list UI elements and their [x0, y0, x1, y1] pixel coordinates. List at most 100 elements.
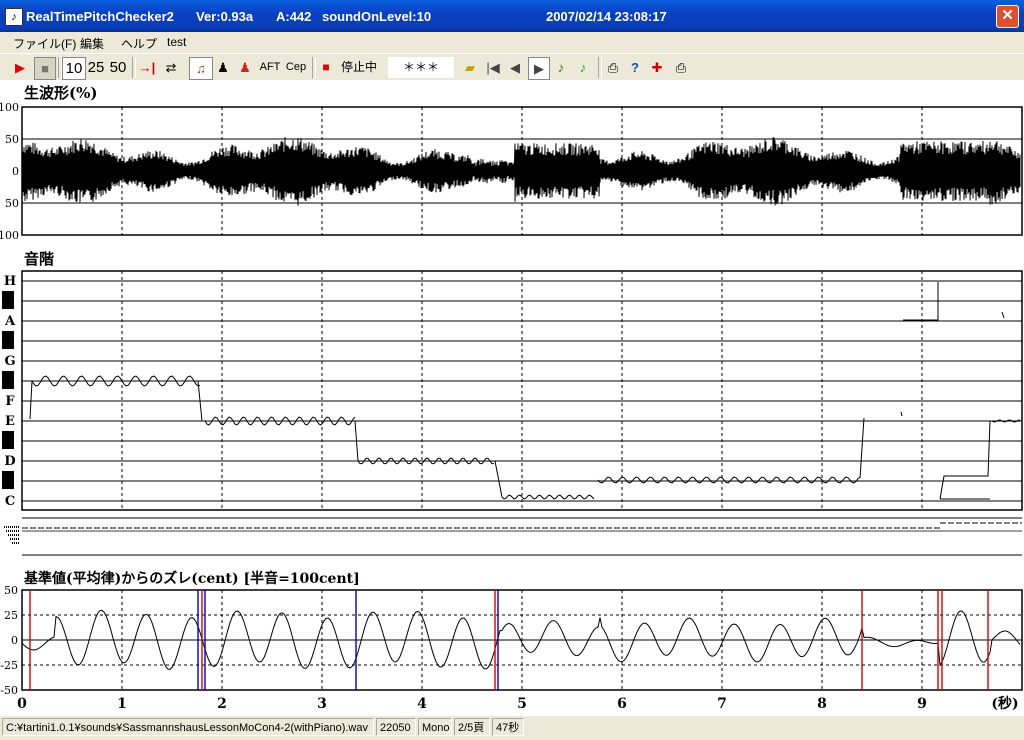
cent-title: 基準値(平均律)からのズレ(cent) [半音=100cent]	[24, 570, 360, 587]
wave-tick: 50	[5, 133, 19, 146]
printer-button[interactable]: ⎙	[672, 57, 690, 78]
open-folder-button[interactable]: ▰	[460, 57, 480, 78]
waveform-title: 生波形(%)	[24, 84, 97, 102]
separator	[132, 57, 136, 78]
time-tick: 7	[717, 696, 727, 712]
datetime-label: 2007/02/14 23:08:17	[546, 9, 667, 24]
scale-title: 音階	[24, 250, 54, 268]
time-tick: 2	[217, 696, 227, 712]
status-bar: C:¥tartini1.0.1¥sounds¥SassmannshausLess…	[0, 716, 1024, 740]
time-tick: 5	[517, 696, 527, 712]
violin-button[interactable]: ♫	[189, 57, 213, 80]
time-unit: (秒)	[991, 695, 1018, 712]
app-icon[interactable]: ♪	[5, 8, 23, 26]
wave-tick: 100	[0, 101, 19, 114]
menu-bar: ファイル(F) 編集 ヘルプ test	[0, 32, 1024, 52]
aft-button[interactable]: AFT	[258, 57, 282, 78]
status-sample-rate: 22050	[376, 718, 416, 736]
black-key	[2, 471, 14, 489]
note-green-icon: ♪	[579, 60, 587, 75]
note-label: E	[5, 414, 15, 429]
plots-area: 生波形(%) 100 50 0 50 100 音階 H A G F E D C …	[0, 80, 1024, 716]
range-50-button[interactable]: 50	[108, 57, 128, 78]
time-tick: 0	[17, 696, 27, 712]
a-reference-label: A:442	[276, 9, 312, 24]
note-button[interactable]: ♪	[552, 57, 570, 78]
waveform-axis: 100 50 0 50 100	[0, 101, 19, 242]
menu-test[interactable]: test	[167, 35, 186, 49]
range-10-button[interactable]: 10	[62, 57, 86, 80]
version-label: Ver:0.93a	[196, 9, 254, 24]
status-file-path: C:¥tartini1.0.1¥sounds¥SassmannshausLess…	[2, 718, 374, 736]
print-icon: ⎙	[607, 60, 619, 75]
play-button[interactable]: ▶	[10, 57, 30, 78]
first-button[interactable]: |◀	[484, 57, 502, 78]
range-25-button[interactable]: 25	[86, 57, 106, 78]
cent-tick: -25	[0, 659, 18, 672]
record-button[interactable]: ■	[318, 57, 334, 78]
app-name: RealTimePitchChecker2	[26, 9, 174, 24]
skip-to-end-icon: →|	[138, 60, 156, 75]
stop-button[interactable]: ■	[34, 57, 56, 80]
black-key	[2, 371, 14, 389]
sound-on-level-label: soundOnLevel:10	[322, 9, 432, 24]
person-icon: ♟	[217, 60, 229, 75]
skip-to-end-button[interactable]: →|	[137, 57, 157, 78]
wave-tick: 50	[5, 197, 19, 210]
help-icon: ?	[631, 60, 639, 75]
time-tick: 6	[617, 696, 627, 712]
crosshair-icon: ✚	[651, 60, 663, 75]
wave-tick: 100	[0, 229, 19, 242]
cent-tick: 50	[4, 584, 18, 597]
printer-icon: ⎙	[675, 60, 687, 75]
time-axis: 0 1 2 3 4 5 6 7 8 9 (秒)	[17, 695, 1019, 712]
person-red-icon: ♟	[239, 60, 251, 75]
loop-button[interactable]: ⇄	[161, 57, 181, 78]
note-green-button[interactable]: ♪	[574, 57, 592, 78]
close-button[interactable]: ✕	[996, 5, 1019, 28]
first-icon: |◀	[486, 60, 500, 75]
wave-tick: 0	[12, 165, 19, 178]
state-label: 停止中	[340, 60, 377, 74]
play-icon: ▶	[15, 60, 25, 75]
scale-frame	[21, 270, 1023, 511]
toolbar: ▶ ■ 10 25 50 →| ⇄ ♫ ♟ ♟ AFT Cep ■ 停止中 ＊＊…	[0, 53, 1024, 82]
cent-tick: 25	[4, 609, 18, 622]
cent-tick: 0	[11, 634, 18, 647]
title-bar: ♪ RealTimePitchChecker2 Ver:0.93a A:442 …	[0, 0, 1024, 32]
separator	[312, 57, 316, 78]
violin-icon: ♫	[196, 61, 206, 76]
help-button[interactable]: ?	[626, 57, 644, 78]
note-label: C	[5, 494, 15, 509]
note-display: ＊＊＊	[388, 57, 454, 78]
menu-edit[interactable]: 編集	[80, 35, 104, 52]
note-label: H	[4, 274, 16, 289]
prev-button[interactable]: ◀	[506, 57, 524, 78]
crosshair-button[interactable]: ✚	[648, 57, 666, 78]
black-key	[2, 431, 14, 449]
status-page: 2/5頁	[454, 718, 490, 736]
time-tick: 8	[817, 696, 827, 712]
time-tick: 4	[417, 696, 427, 712]
person-button[interactable]: ♟	[214, 57, 232, 78]
menu-file[interactable]: ファイル(F)	[13, 35, 76, 52]
time-tick: 1	[117, 696, 127, 712]
note-label: G	[4, 354, 15, 369]
print-button[interactable]: ⎙	[604, 57, 622, 78]
black-key	[2, 331, 14, 349]
next-button[interactable]: ▶	[528, 57, 550, 80]
person-red-button[interactable]: ♟	[236, 57, 254, 78]
plots-svg: 生波形(%) 100 50 0 50 100 音階 H A G F E D C …	[0, 84, 1023, 712]
record-icon: ■	[322, 60, 330, 74]
note-label: D	[4, 454, 15, 469]
menu-help[interactable]: ヘルプ	[121, 35, 157, 52]
status-duration: 47秒	[492, 718, 524, 736]
time-tick: 3	[317, 696, 327, 712]
separator	[598, 57, 602, 78]
prev-icon: ◀	[510, 60, 520, 75]
open-folder-icon: ▰	[465, 60, 475, 75]
cent-axis: 50 25 0 -25 -50	[0, 584, 18, 697]
note-markers-strip	[4, 517, 1022, 556]
cep-button[interactable]: Cep	[284, 57, 308, 78]
black-key	[2, 291, 14, 309]
